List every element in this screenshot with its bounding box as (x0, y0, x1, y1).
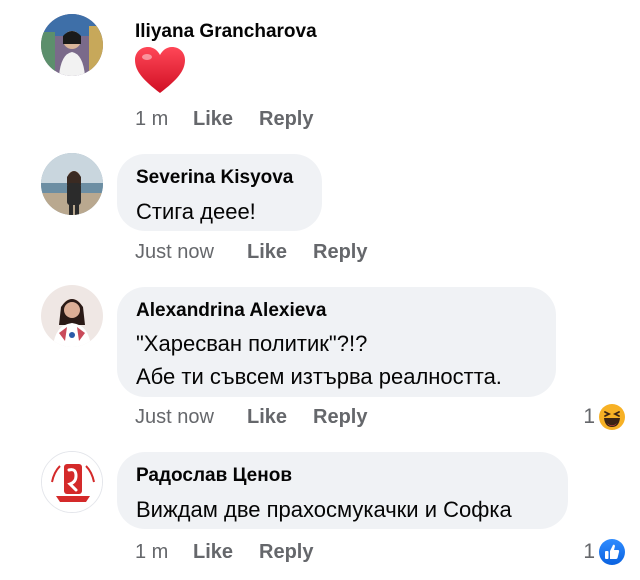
comment-text: Виждам две прахосмукачки и Софка (136, 497, 512, 522)
comment-author[interactable]: Severina Kisyova (136, 166, 303, 190)
comment-author[interactable]: Alexandrina Alexieva (136, 299, 537, 323)
avatar[interactable] (41, 451, 103, 513)
reply-button[interactable]: Reply (259, 539, 313, 565)
like-thumbs-up-icon (599, 539, 625, 565)
comment-timestamp[interactable]: Just now (135, 404, 214, 430)
comment-bubble: Alexandrina Alexieva "Харесван политик"?… (117, 287, 556, 397)
avatar[interactable] (41, 153, 103, 215)
reply-button[interactable]: Reply (259, 106, 313, 132)
avatar[interactable] (41, 14, 103, 76)
reply-button[interactable]: Reply (313, 239, 367, 265)
like-button[interactable]: Like (193, 539, 233, 565)
comment-timestamp[interactable]: 1 m (135, 539, 168, 565)
like-button[interactable]: Like (193, 106, 233, 132)
like-button[interactable]: Like (247, 404, 287, 430)
avatar[interactable] (41, 285, 103, 347)
comment-timestamp[interactable]: Just now (135, 239, 214, 265)
reaction-count: 1 (583, 405, 595, 428)
comment-bubble: Severina Kisyova Стига деее! (117, 154, 322, 231)
reply-button[interactable]: Reply (313, 404, 367, 430)
comment-timestamp[interactable]: 1 m (135, 106, 168, 132)
like-button[interactable]: Like (247, 239, 287, 265)
heart-icon (135, 47, 185, 93)
comment-bubble: Радослав Ценов Виждам две прахосмукачки … (117, 452, 568, 529)
comment-text-line2: Абе ти съвсем изтърва реалността. (136, 364, 502, 389)
laugh-haha-icon (599, 404, 625, 430)
comment-text: "Харесван политик"?!? (136, 331, 368, 356)
reaction-summary[interactable]: 1 (583, 402, 626, 432)
comment-text: Стига деее! (136, 199, 256, 224)
reaction-count: 1 (583, 540, 595, 563)
reaction-summary[interactable]: 1 (583, 537, 626, 567)
comment-author[interactable]: Радослав Ценов (136, 464, 549, 488)
comment-author[interactable]: Iliyana Grancharova (135, 20, 317, 44)
